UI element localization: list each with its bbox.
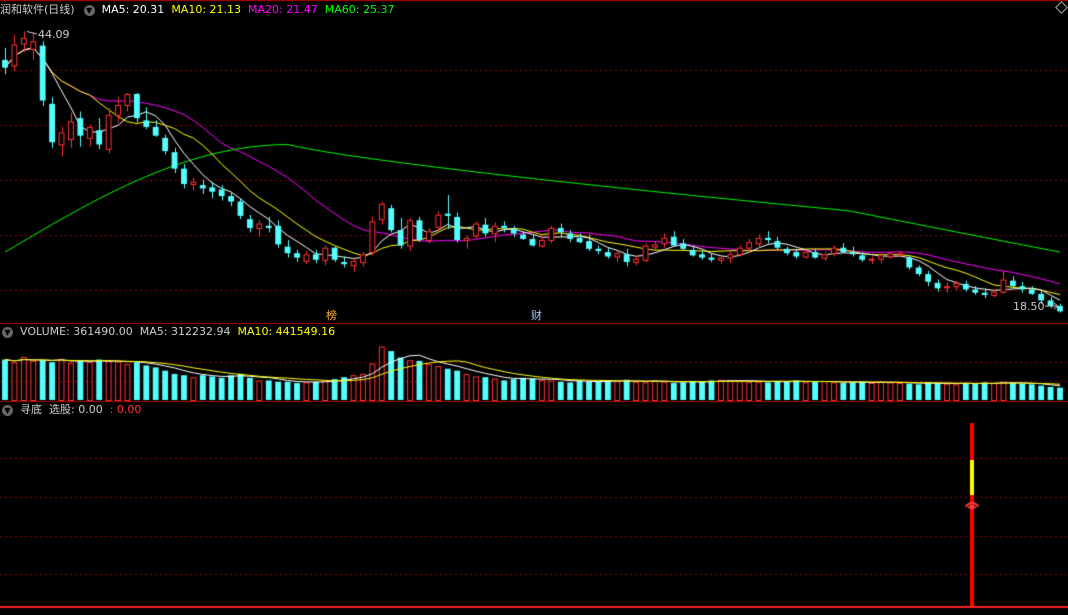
ma20-label: MA20: 21.47 xyxy=(248,3,318,16)
high-price-label: 44.09 xyxy=(38,28,70,41)
ma5-label: MA5: 20.31 xyxy=(101,3,165,16)
volume-toggle-icon[interactable]: ▼ xyxy=(2,326,13,338)
indicator-value2: : 0.00 xyxy=(109,403,142,416)
low-price-label: 18.50 xyxy=(1013,300,1045,313)
marker-bang[interactable]: 榜 xyxy=(324,307,339,323)
volume-ma10-label: MA10: 441549.16 xyxy=(237,325,336,338)
price-legend: 润和软件(日线) ▼ MA5: 20.31 MA10: 21.13 MA20: … xyxy=(0,2,401,18)
indicator-title: 寻底 xyxy=(20,403,42,416)
price-title[interactable]: 润和软件(日线) xyxy=(0,2,75,18)
volume-legend: ▼ VOLUME: 361490.00 MA5: 312232.94 MA10:… xyxy=(0,324,342,340)
ma60-label: MA60: 25.37 xyxy=(324,3,395,16)
ma10-label: MA10: 21.13 xyxy=(171,3,242,16)
volume-ma5-label: MA5: 312232.94 xyxy=(139,325,231,338)
indicator-xuangu: 选股: 0.00 xyxy=(49,403,103,416)
indicator-toggle-icon[interactable]: ▼ xyxy=(2,404,13,416)
indicator-legend: ▼ 寻底 选股: 0.00 : 0.00 xyxy=(0,402,148,418)
volume-title: VOLUME: 361490.00 xyxy=(20,325,133,338)
marker-cai[interactable]: 财 xyxy=(529,307,544,323)
toggle-indicator-icon[interactable]: ▼ xyxy=(83,4,95,16)
